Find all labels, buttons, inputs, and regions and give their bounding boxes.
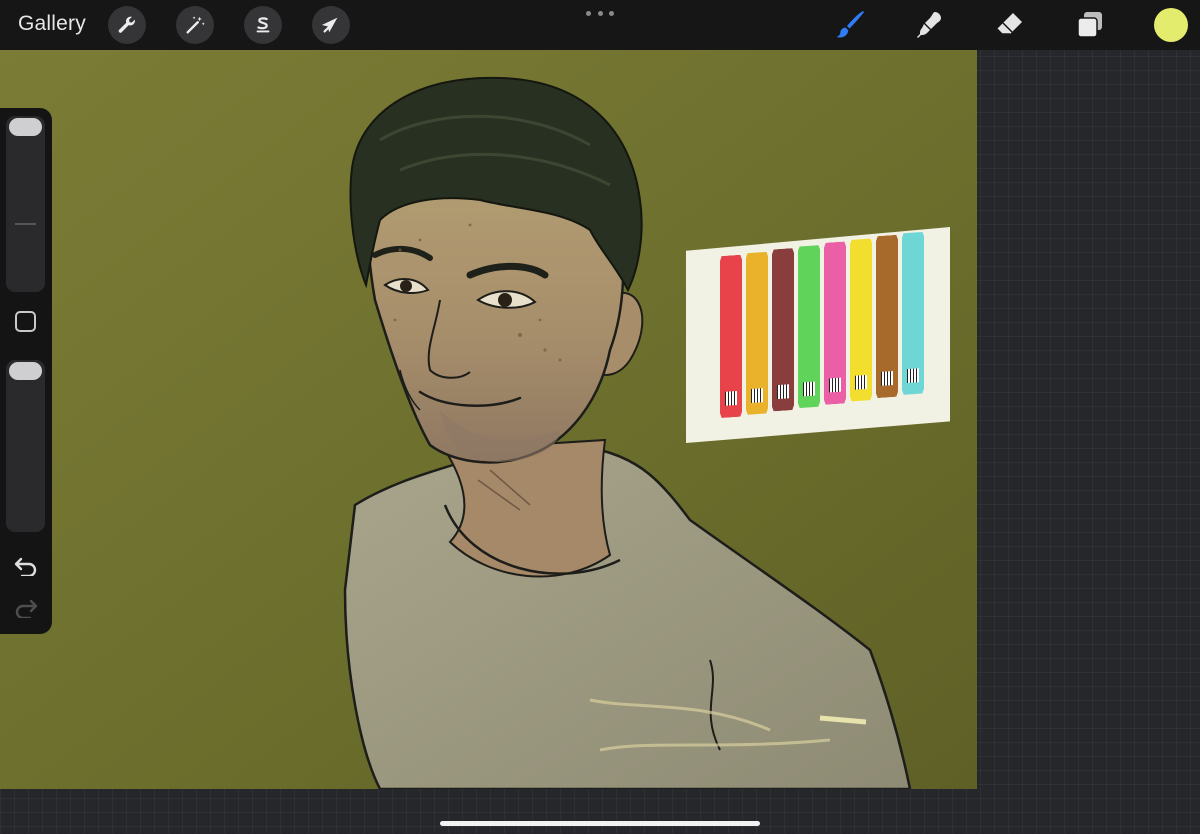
transform-button[interactable] [312,6,350,44]
side-panel [0,108,52,634]
adjustments-button[interactable] [176,6,214,44]
redo-button[interactable] [12,596,40,620]
brush-button[interactable] [830,6,870,44]
popsicle-2 [746,251,768,415]
layers-button[interactable] [1070,6,1110,44]
drawing-canvas[interactable] [0,50,977,789]
popsicle-5 [824,241,846,405]
arrow-cursor-icon [321,17,338,33]
redo-icon [15,599,38,618]
barcode [881,371,893,386]
gallery-button[interactable]: Gallery [18,12,86,36]
popsicle-6 [850,238,872,402]
barcode [855,374,867,389]
actions-button[interactable] [108,6,146,44]
selection-button[interactable] [244,6,282,44]
popsicle-7 [876,235,898,399]
color-picker-button[interactable] [1154,8,1188,42]
square-modifier-icon[interactable] [15,311,36,332]
smudge-button[interactable] [910,6,950,44]
brush-size-thumb[interactable] [9,118,42,136]
barcode [751,388,763,403]
barcode [803,381,815,396]
eraser-button[interactable] [990,6,1030,44]
more-dots-icon[interactable] [586,8,614,18]
popsicle-1 [720,255,742,419]
opacity-thumb[interactable] [9,362,42,380]
undo-icon [14,557,37,576]
wrench-icon [118,16,135,33]
undo-button[interactable] [12,554,40,578]
popsicle-4 [798,245,820,409]
popsicle-poster [686,227,950,443]
smudge-icon [917,12,941,38]
selection-icon [256,17,270,33]
barcode [777,384,789,399]
magic-wand-icon [186,16,205,34]
opacity-slider[interactable] [6,360,45,532]
barcode [829,378,841,393]
top-toolbar: Gallery [0,0,1200,50]
eraser-icon [996,13,1022,35]
popsicle-3 [772,248,794,412]
brush-size-slider[interactable] [6,116,45,292]
layers-icon [1077,12,1102,38]
home-indicator[interactable] [440,821,760,826]
barcode [725,391,737,406]
slider-tick [15,223,36,225]
barcode [907,368,919,383]
brush-icon [836,11,864,38]
popsicle-8 [902,231,924,395]
